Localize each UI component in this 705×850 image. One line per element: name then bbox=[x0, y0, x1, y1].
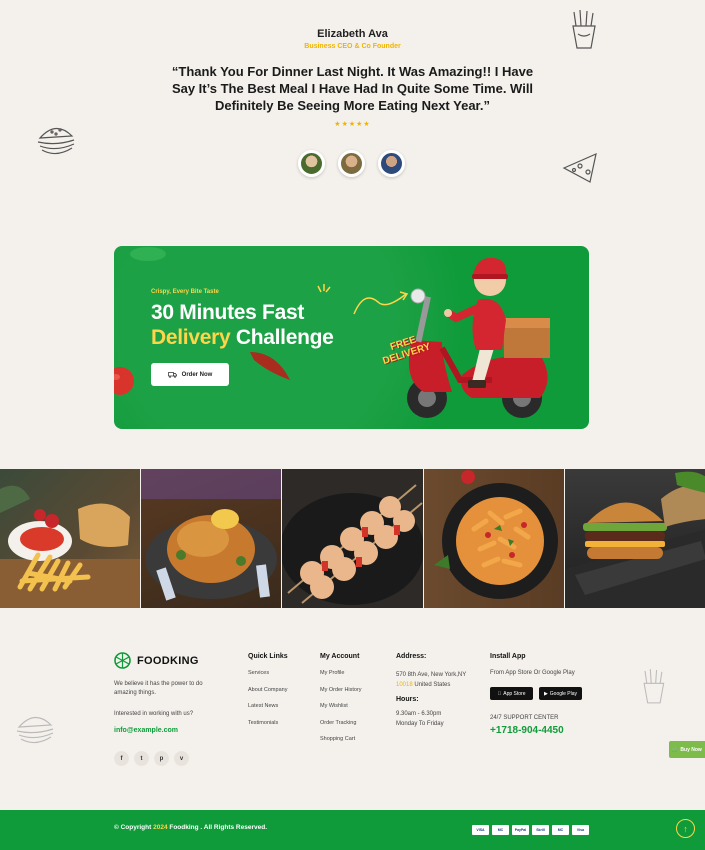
paypal-icon: PayPal bbox=[512, 825, 529, 835]
footer-link-latest-news[interactable]: Latest News bbox=[248, 703, 288, 710]
gallery-tile-fries-wrap[interactable] bbox=[0, 469, 141, 608]
play-icon: ▶ bbox=[543, 690, 548, 697]
quick-links-column: Quick Links Services About Company Lates… bbox=[248, 653, 288, 736]
delivery-truck-icon bbox=[167, 371, 177, 378]
roast-chicken-image bbox=[141, 469, 282, 601]
address-heading: Address: bbox=[396, 653, 427, 660]
google-play-label: Google Play bbox=[549, 690, 578, 697]
arrow-up-icon: ↑ bbox=[683, 823, 688, 834]
footer-link-order-tracking[interactable]: Order Tracking bbox=[320, 720, 362, 727]
scroll-to-top-button[interactable]: ↑ bbox=[676, 819, 695, 838]
address-column: Address: 570 8th Ave, New York,NY 10018 … bbox=[396, 653, 466, 729]
app-store-label: App Store bbox=[501, 690, 525, 697]
support-center-label: 24/7 SUPPORT CENTER bbox=[490, 715, 559, 721]
hours-days: Monday To Friday bbox=[396, 721, 444, 727]
rating-stars: ★★★★★ bbox=[334, 121, 371, 128]
apple-icon:  bbox=[498, 691, 502, 697]
fries-doodle-icon bbox=[572, 9, 596, 49]
order-now-button[interactable]: Order Now bbox=[151, 363, 229, 386]
gallery-tile-penne-pasta[interactable] bbox=[422, 469, 564, 608]
footer-logo-text: FOODKING bbox=[137, 654, 199, 667]
mastercard-icon: MC bbox=[492, 825, 509, 835]
copyright-suffix: Foodking . All Rights Reserved. bbox=[167, 824, 268, 831]
avatar[interactable] bbox=[378, 150, 405, 177]
footer-link-about-company[interactable]: About Company bbox=[248, 687, 288, 694]
gallery-tile-roast-chicken[interactable] bbox=[140, 469, 282, 608]
pinterest-icon[interactable]: p bbox=[154, 751, 169, 766]
google-play-button[interactable]: ▶ Google Play bbox=[539, 687, 582, 700]
copyright-year: 2024 bbox=[153, 824, 168, 831]
hours-heading: Hours: bbox=[396, 696, 419, 703]
testimonial-section: Elizabeth Ava Business CEO & Co Founder … bbox=[0, 0, 705, 200]
burger-image bbox=[564, 471, 705, 608]
fries-wrap-image bbox=[0, 485, 141, 608]
kebab-skewers-image bbox=[282, 484, 423, 605]
chili-image bbox=[250, 352, 290, 380]
skrill-icon: Skrill bbox=[532, 825, 549, 835]
install-app-column: Install App From App Store Or Google Pla… bbox=[490, 653, 582, 736]
store-badges: App Store ▶Google Play bbox=[490, 687, 582, 700]
install-app-text: From App Store Or Google Play bbox=[490, 670, 575, 676]
banner-tagline: Crispy, Every Bite Taste bbox=[151, 289, 219, 295]
avatar[interactable] bbox=[338, 150, 365, 177]
footer-link-my-profile[interactable]: My Profile bbox=[320, 670, 362, 677]
burger-doodle-icon bbox=[37, 127, 75, 155]
footer-logo[interactable]: FOODKING bbox=[114, 652, 199, 669]
fries-doodle-icon bbox=[643, 669, 665, 704]
buy-now-button[interactable]: 🛒 Buy Now bbox=[669, 741, 705, 758]
footer-link-order-history[interactable]: My Order History bbox=[320, 687, 362, 694]
banner-title-highlight: Delivery bbox=[151, 326, 231, 349]
copyright-text: © Copyright 2024 Foodking . All Rights R… bbox=[114, 824, 267, 831]
vimeo-icon[interactable]: v bbox=[174, 751, 189, 766]
pizza-doodle-icon bbox=[562, 152, 597, 183]
footer-about-text: We believe it has the power to do amazin… bbox=[114, 681, 203, 696]
avatar[interactable] bbox=[298, 150, 325, 177]
mastercard-icon: MC bbox=[552, 825, 569, 835]
address-line2: 10018 United States bbox=[396, 680, 466, 690]
gallery-tile-burger[interactable] bbox=[563, 469, 705, 608]
gallery-tile-kebab-skewers[interactable] bbox=[281, 469, 423, 608]
social-links: f t p v bbox=[114, 751, 189, 766]
testimonial-avatar-list bbox=[298, 150, 405, 177]
buy-now-label: Buy Now bbox=[680, 746, 702, 753]
visa-icon: Visa bbox=[572, 825, 589, 835]
facebook-icon[interactable]: f bbox=[114, 751, 129, 766]
food-gallery bbox=[0, 469, 705, 608]
address-line1: 570 8th Ave, New York,NY bbox=[396, 672, 467, 678]
delivery-promo-banner: Crispy, Every Bite Taste 30 Minutes Fast… bbox=[114, 246, 589, 429]
banner-title-line2: Delivery Challenge bbox=[151, 326, 334, 350]
my-account-column: My Account My Profile My Order History M… bbox=[320, 653, 362, 753]
copyright-bar: © Copyright 2024 Foodking . All Rights R… bbox=[0, 810, 705, 850]
hours-time: 9.30am - 6.30pm bbox=[396, 711, 442, 717]
testimonial-quote: “Thank You For Dinner Last Night. It Was… bbox=[171, 64, 534, 113]
foodking-logo-icon bbox=[114, 652, 131, 669]
quick-links-heading: Quick Links bbox=[248, 653, 288, 660]
tomato-image bbox=[114, 367, 134, 395]
address-zip: 10018 bbox=[396, 682, 413, 688]
penne-pasta-image bbox=[433, 470, 558, 599]
footer-link-testimonials[interactable]: Testimonials bbox=[248, 720, 288, 727]
visa-icon: VISA bbox=[472, 825, 489, 835]
leaf-image bbox=[130, 247, 166, 261]
cart-icon: 🛒 bbox=[672, 746, 679, 753]
footer-link-wishlist[interactable]: My Wishlist bbox=[320, 703, 362, 710]
burger-doodle-icon bbox=[16, 716, 54, 744]
banner-title-line1: 30 Minutes Fast bbox=[151, 301, 305, 324]
footer-link-services[interactable]: Services bbox=[248, 670, 288, 677]
app-store-button[interactable]: App Store bbox=[490, 687, 533, 700]
copyright-prefix: © Copyright bbox=[114, 824, 154, 831]
my-account-heading: My Account bbox=[320, 653, 360, 660]
twitter-icon[interactable]: t bbox=[134, 751, 149, 766]
address-country: United States bbox=[412, 682, 451, 688]
support-phone-number[interactable]: +1718-904-4450 bbox=[490, 725, 582, 736]
payment-methods: VISA MC PayPal Skrill MC Visa bbox=[472, 825, 589, 835]
footer-interest-text: Interested in working with us? bbox=[114, 711, 194, 717]
order-now-label: Order Now bbox=[181, 371, 213, 378]
sparkle-lines-icon bbox=[317, 284, 331, 293]
footer-email-link[interactable]: info@example.com bbox=[114, 727, 178, 734]
install-app-heading: Install App bbox=[490, 653, 526, 660]
footer-link-shopping-cart[interactable]: Shopping Cart bbox=[320, 736, 362, 743]
